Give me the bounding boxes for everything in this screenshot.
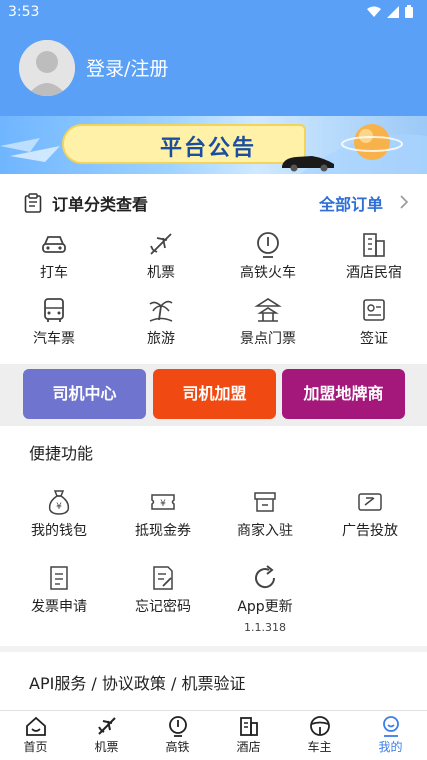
orders-header: 订单分类查看 全部订单 xyxy=(0,174,427,226)
category-hotel[interactable]: 酒店民宿 xyxy=(324,230,424,282)
store-icon xyxy=(254,492,276,512)
category-bus[interactable]: 汽车票 xyxy=(4,296,104,348)
hotel-icon xyxy=(363,233,385,257)
quick-invoice[interactable]: 发票申请 xyxy=(9,564,109,616)
steering-wheel-icon xyxy=(309,716,330,736)
palm-tree-icon xyxy=(149,300,173,322)
category-label: 旅游 xyxy=(147,331,175,347)
category-visa[interactable]: 签证 xyxy=(324,296,424,348)
tab-home[interactable]: 首页 xyxy=(0,715,71,755)
all-orders-link[interactable]: 全部订单 xyxy=(319,191,383,215)
services-links[interactable]: API服务 / 协议政策 / 机票验证 xyxy=(29,670,245,694)
banner-title: 平台公告 xyxy=(160,136,257,161)
app-version: 1.1.318 xyxy=(244,621,286,634)
tab-label: 首页 xyxy=(23,740,48,754)
login-register-link[interactable]: 登录/注册 xyxy=(86,54,168,81)
quick-coupon[interactable]: ¥ 抵现金券 xyxy=(113,488,213,540)
quick-wallet[interactable]: ¥ 我的钱包 xyxy=(9,488,109,540)
system-icons xyxy=(367,5,413,18)
category-label: 签证 xyxy=(360,331,388,347)
coupon-icon: ¥ xyxy=(151,494,175,510)
quick-merchant[interactable]: 商家入驻 xyxy=(215,488,315,540)
tab-driver[interactable]: 车主 xyxy=(284,715,355,755)
tab-label: 酒店 xyxy=(236,740,261,754)
train-icon xyxy=(257,232,279,258)
home-icon xyxy=(25,716,46,736)
order-categories-card: 订单分类查看 全部订单 打车 机票 高铁火车 酒店民宿 汽车票 旅游 景点门票 … xyxy=(0,174,427,364)
svg-text:¥: ¥ xyxy=(56,502,62,512)
airplane-icon xyxy=(97,717,116,735)
tab-hotel[interactable]: 酒店 xyxy=(213,715,284,755)
profile-header: 登录/注册 xyxy=(0,24,427,116)
category-label: 景点门票 xyxy=(240,331,296,347)
category-label: 汽车票 xyxy=(33,331,75,347)
tab-train[interactable]: 高铁 xyxy=(142,715,213,755)
quick-functions-card: 便捷功能 ¥ 我的钱包 ¥ 抵现金券 商家入驻 广告投放 发票申请 忘记密码 A… xyxy=(0,426,427,646)
car-icon xyxy=(282,156,334,172)
quick-label: 商家入驻 xyxy=(237,523,293,539)
quick-label: App更新 xyxy=(237,599,293,615)
tab-label: 我的 xyxy=(378,740,403,754)
wifi-icon xyxy=(367,6,381,17)
tab-label: 机票 xyxy=(94,740,119,754)
status-time: 3:53 xyxy=(8,4,40,20)
quick-functions-title: 便捷功能 xyxy=(29,444,94,463)
tab-label: 车主 xyxy=(307,740,332,754)
status-bar: 3:53 xyxy=(0,0,427,24)
user-face-icon xyxy=(382,716,399,737)
franchise-button[interactable]: 加盟地牌商 xyxy=(282,369,405,419)
category-taxi[interactable]: 打车 xyxy=(4,230,104,282)
category-label: 高铁火车 xyxy=(240,265,296,281)
category-travel[interactable]: 旅游 xyxy=(111,296,211,348)
airplane-icon xyxy=(150,233,172,255)
category-train[interactable]: 高铁火车 xyxy=(218,230,318,282)
bottom-tab-bar: 首页 机票 高铁 酒店 车主 我的 xyxy=(0,710,427,760)
driver-join-button[interactable]: 司机加盟 xyxy=(153,369,276,419)
quick-forgot-password[interactable]: 忘记密码 xyxy=(113,564,213,616)
invoice-icon xyxy=(50,566,68,590)
quick-label: 广告投放 xyxy=(342,523,398,539)
quick-label: 抵现金券 xyxy=(135,523,191,539)
category-label: 机票 xyxy=(147,265,175,281)
quick-app-update[interactable]: App更新 xyxy=(215,564,315,616)
driver-center-button[interactable]: 司机中心 xyxy=(23,369,146,419)
tab-label: 高铁 xyxy=(165,740,190,754)
announcement-banner[interactable]: 平台公告 xyxy=(0,116,427,174)
bus-icon xyxy=(44,298,64,322)
category-label: 打车 xyxy=(40,265,68,281)
tab-flights[interactable]: 机票 xyxy=(71,715,142,755)
orders-title: 订单分类查看 xyxy=(52,195,149,214)
pagoda-icon xyxy=(254,298,282,322)
quick-advertising[interactable]: 广告投放 xyxy=(320,488,420,540)
train-icon xyxy=(168,716,187,737)
quick-label: 忘记密码 xyxy=(135,599,191,615)
refresh-icon xyxy=(255,565,276,589)
money-bag-icon: ¥ xyxy=(48,490,70,515)
user-silhouette-icon xyxy=(19,40,75,96)
advertising-icon xyxy=(358,493,382,511)
chevron-right-icon[interactable] xyxy=(399,195,409,209)
quick-label: 发票申请 xyxy=(31,599,87,615)
clipboard-icon xyxy=(24,193,42,213)
tab-mine[interactable]: 我的 xyxy=(355,715,426,755)
svg-text:¥: ¥ xyxy=(160,499,166,509)
action-buttons-row: 司机中心 司机加盟 加盟地牌商 xyxy=(0,364,427,426)
hotel-icon xyxy=(239,717,258,736)
category-attractions[interactable]: 景点门票 xyxy=(218,296,318,348)
signal-icon xyxy=(387,5,399,18)
visa-icon xyxy=(363,299,385,321)
category-label: 酒店民宿 xyxy=(346,265,402,281)
battery-icon xyxy=(405,5,413,18)
quick-label: 我的钱包 xyxy=(31,523,87,539)
avatar[interactable] xyxy=(19,40,75,96)
taxi-icon xyxy=(42,236,66,253)
edit-document-icon xyxy=(153,566,173,590)
category-flight[interactable]: 机票 xyxy=(111,230,211,282)
services-card[interactable]: API服务 / 协议政策 / 机票验证 xyxy=(0,652,427,710)
